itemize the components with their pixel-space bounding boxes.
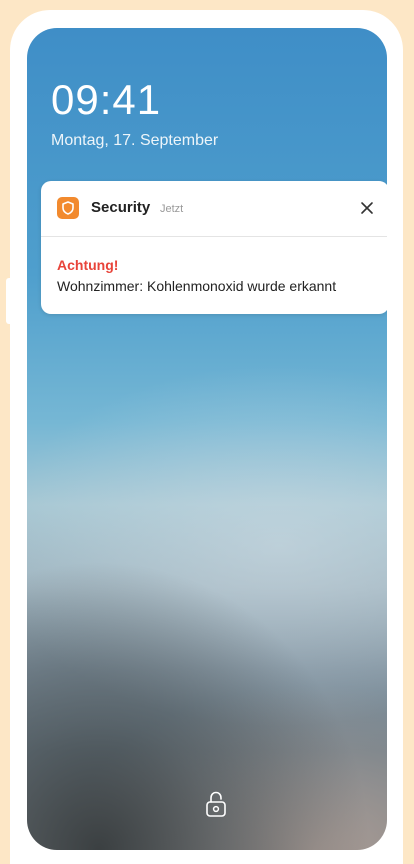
notification-title: Achtung! bbox=[57, 257, 119, 273]
close-icon[interactable] bbox=[357, 198, 377, 218]
notification-timestamp: Jetzt bbox=[160, 203, 184, 215]
shield-icon bbox=[57, 197, 79, 219]
notification-message: Wohnzimmer: Kohlenmonoxid wurde erkannt bbox=[57, 278, 337, 294]
notification-header: Security Jetzt bbox=[41, 181, 387, 237]
clock-time: 09:41 bbox=[51, 76, 162, 123]
clock-date: Montag, 17. September bbox=[51, 132, 219, 149]
phone-side-button bbox=[6, 278, 12, 324]
notification-app-name: Security bbox=[91, 199, 151, 216]
lock-screen: 09:41 Montag, 17. September Security Jet… bbox=[27, 28, 387, 850]
notification-card[interactable]: Security Jetzt Achtung! Wohnzimmer: Kohl… bbox=[41, 181, 387, 314]
lock-icon[interactable] bbox=[204, 790, 228, 818]
